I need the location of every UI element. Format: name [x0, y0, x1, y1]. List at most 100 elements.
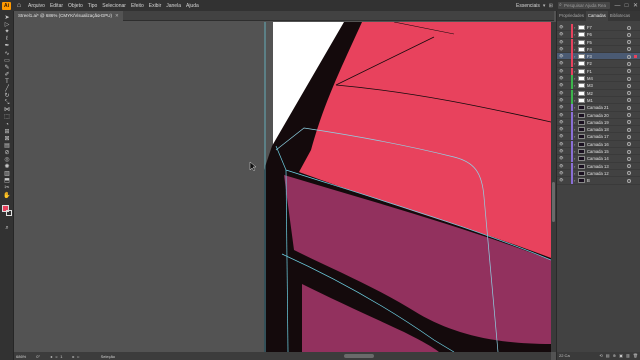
gradient-tool-icon[interactable]: ▤: [3, 143, 11, 149]
layer-name[interactable]: F1: [587, 68, 592, 75]
status-mode[interactable]: Seleção: [101, 354, 115, 359]
expand-arrow-icon[interactable]: ›: [574, 148, 575, 155]
selection-square[interactable]: [634, 99, 637, 102]
selection-tool-icon[interactable]: ➤: [3, 15, 11, 21]
layer-name[interactable]: M3: [587, 82, 593, 89]
visibility-eye-icon[interactable]: 👁: [559, 164, 563, 169]
expand-arrow-icon[interactable]: ›: [574, 39, 575, 46]
selection-square[interactable]: [634, 33, 637, 36]
vertical-scroll-thumb[interactable]: [552, 182, 555, 222]
lock-toggle[interactable]: [565, 127, 569, 131]
type-tool-icon[interactable]: T: [3, 79, 11, 85]
layer-row[interactable]: 👁 › F5: [557, 38, 640, 46]
layer-row[interactable]: 👁 › Camada 18: [557, 126, 640, 134]
lock-toggle[interactable]: [565, 149, 569, 153]
selection-square[interactable]: [634, 106, 637, 109]
free-transform-tool-icon[interactable]: ⬚: [3, 114, 11, 120]
target-circle-icon[interactable]: [627, 171, 631, 176]
target-circle-icon[interactable]: [627, 54, 631, 59]
lock-toggle[interactable]: [565, 91, 569, 95]
layer-name[interactable]: M2: [587, 90, 593, 97]
lock-toggle[interactable]: [565, 171, 569, 175]
menu-arquivo[interactable]: Arquivo: [28, 3, 45, 9]
curvature-tool-icon[interactable]: ∿: [3, 51, 11, 57]
symbol-sprayer-tool-icon[interactable]: ✺: [3, 164, 11, 170]
visibility-eye-icon[interactable]: 👁: [559, 69, 563, 74]
layer-row[interactable]: 👁 › F2: [557, 60, 640, 68]
selection-square[interactable]: [634, 92, 637, 95]
menu-tipo[interactable]: Tipo: [88, 3, 98, 9]
pencil-tool-icon[interactable]: ✐: [3, 72, 11, 78]
visibility-eye-icon[interactable]: 👁: [559, 156, 563, 161]
layer-name[interactable]: F2: [587, 60, 592, 67]
rectangle-tool-icon[interactable]: ▭: [3, 58, 11, 64]
layer-name[interactable]: Camada 19: [587, 119, 609, 126]
expand-arrow-icon[interactable]: ›: [574, 104, 575, 111]
expand-arrow-icon[interactable]: ›: [574, 170, 575, 177]
visibility-eye-icon[interactable]: 👁: [559, 149, 563, 154]
expand-arrow-icon[interactable]: ›: [574, 141, 575, 148]
tab-bibliotecas[interactable]: Bibliotecas: [608, 11, 632, 21]
layer-row[interactable]: 👁 › M1: [557, 96, 640, 105]
lock-toggle[interactable]: [565, 113, 569, 117]
column-graph-tool-icon[interactable]: ▥: [3, 171, 11, 177]
visibility-eye-icon[interactable]: 👁: [559, 171, 563, 176]
tab-camadas[interactable]: Camadas: [585, 11, 608, 21]
layer-name[interactable]: F6: [587, 31, 592, 38]
artboard-number[interactable]: 1: [60, 354, 62, 359]
visibility-eye-icon[interactable]: 👁: [559, 178, 563, 183]
maximize-button[interactable]: □: [622, 3, 631, 9]
selection-square[interactable]: [634, 150, 637, 153]
visibility-eye-icon[interactable]: 👁: [559, 25, 563, 30]
lasso-tool-icon[interactable]: ℓ: [3, 36, 11, 42]
rotation-value[interactable]: 0°: [36, 354, 40, 359]
selection-square[interactable]: [634, 143, 637, 146]
scale-tool-icon[interactable]: ⤡: [3, 100, 11, 106]
visibility-eye-icon[interactable]: 👁: [559, 91, 563, 96]
target-circle-icon[interactable]: [627, 69, 631, 74]
target-circle-icon[interactable]: [627, 164, 631, 169]
layer-name[interactable]: Camada 14: [587, 155, 609, 162]
lock-toggle[interactable]: [565, 120, 569, 124]
menu-janela[interactable]: Janela: [166, 3, 181, 9]
selection-square[interactable]: [634, 135, 637, 138]
visibility-eye-icon[interactable]: 👁: [559, 40, 563, 45]
selection-square[interactable]: [634, 157, 637, 160]
layer-name[interactable]: M1: [587, 97, 593, 104]
menu-editar[interactable]: Editar: [50, 3, 63, 9]
selection-square[interactable]: [634, 77, 637, 80]
paintbrush-tool-icon[interactable]: ✎: [3, 65, 11, 71]
help-search-input[interactable]: ⌕ Pesquisar Ajuda Rea: [558, 2, 610, 9]
target-circle-icon[interactable]: [627, 113, 631, 118]
direct-selection-tool-icon[interactable]: ▷: [3, 22, 11, 28]
expand-arrow-icon[interactable]: ›: [574, 60, 575, 67]
expand-arrow-icon[interactable]: ›: [574, 53, 575, 60]
visibility-eye-icon[interactable]: 👁: [559, 98, 563, 103]
layer-row[interactable]: 👁 › M4: [557, 75, 640, 83]
expand-arrow-icon[interactable]: ›: [574, 31, 575, 38]
layer-name[interactable]: Camada 18: [587, 126, 609, 133]
lock-toggle[interactable]: [565, 83, 569, 87]
target-circle-icon[interactable]: [627, 149, 631, 154]
expand-arrow-icon[interactable]: ›: [574, 24, 575, 31]
layer-row[interactable]: 👁 › Camada 12: [557, 169, 640, 178]
expand-arrow-icon[interactable]: ›: [574, 163, 575, 170]
width-tool-icon[interactable]: ⋈: [3, 107, 11, 113]
selection-square[interactable]: [634, 114, 637, 117]
expand-arrow-icon[interactable]: ›: [574, 97, 575, 104]
target-circle-icon[interactable]: [627, 142, 631, 147]
selection-square[interactable]: [634, 70, 637, 73]
selection-square[interactable]: [634, 84, 637, 87]
visibility-eye-icon[interactable]: 👁: [559, 54, 563, 59]
layer-row[interactable]: 👁 › M2: [557, 89, 640, 97]
layer-name[interactable]: Camada 13: [587, 163, 609, 170]
layer-row[interactable]: 👁 › Camada 14: [557, 155, 640, 163]
selection-square[interactable]: [634, 55, 637, 59]
horizontal-scroll-thumb[interactable]: [344, 354, 374, 358]
home-icon[interactable]: ⌂: [15, 2, 23, 10]
visibility-eye-icon[interactable]: 👁: [559, 127, 563, 132]
minimize-button[interactable]: —: [613, 3, 622, 9]
mesh-tool-icon[interactable]: ⊠: [3, 136, 11, 142]
selection-square[interactable]: [634, 62, 637, 65]
lock-toggle[interactable]: [565, 76, 569, 80]
